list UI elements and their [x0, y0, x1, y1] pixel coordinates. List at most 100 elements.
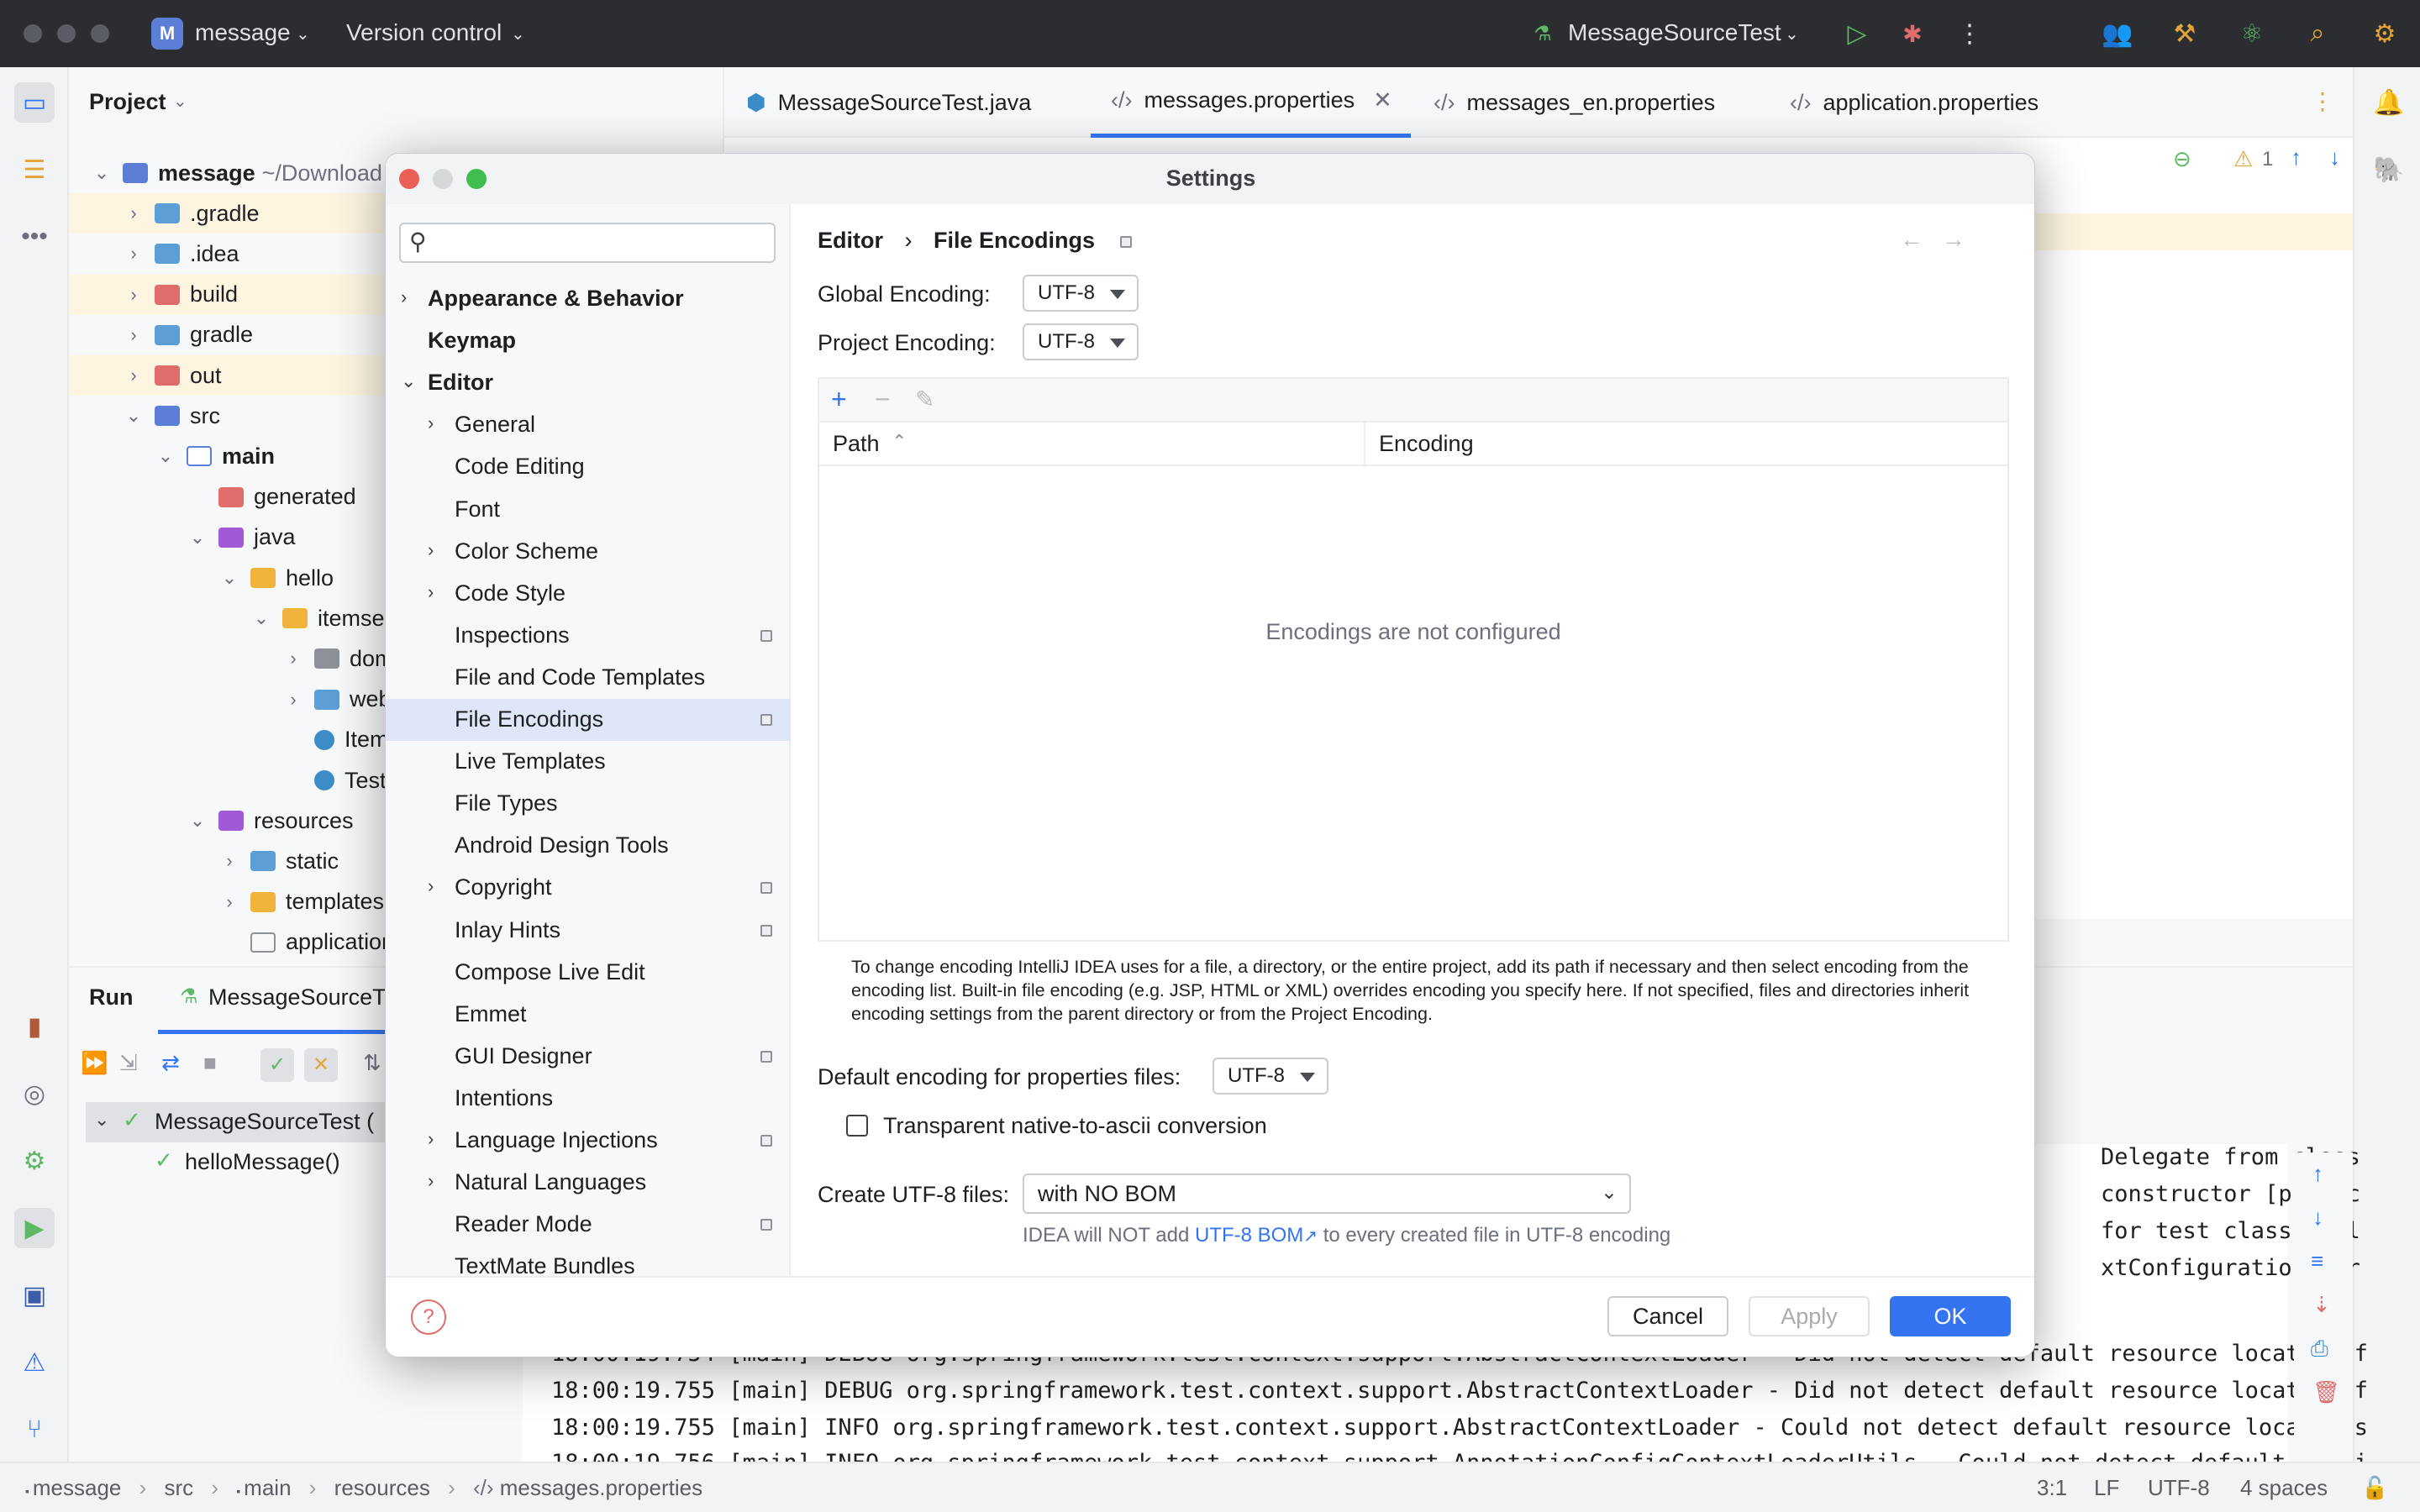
settings-nav-item[interactable]: › Natural Languages	[386, 1162, 791, 1204]
scroll-up-icon[interactable]: ↑	[2312, 1161, 2323, 1187]
tab-options-icon[interactable]: ⋮	[2311, 87, 2334, 115]
project-badge[interactable]: M	[151, 18, 183, 50]
more-vertical-icon[interactable]: ⋮	[1954, 18, 1985, 49]
chevron-down-icon[interactable]: ⌄	[156, 445, 175, 467]
chevron-right-icon[interactable]: ›	[124, 324, 143, 346]
soft-wrap-icon[interactable]: ≡	[2311, 1248, 2323, 1274]
warning-icon[interactable]: ⚠	[2233, 146, 2253, 172]
more-tools-icon[interactable]: •••	[14, 217, 55, 257]
project-panel-title[interactable]: Project	[89, 89, 166, 115]
show-passed-icon[interactable]: ✓	[260, 1048, 294, 1082]
settings-nav-item[interactable]: File Types	[386, 783, 791, 825]
structure-tool-icon[interactable]: ☰	[14, 150, 55, 190]
terminal-icon[interactable]: ▣	[14, 1275, 55, 1315]
add-icon[interactable]: +	[831, 384, 847, 415]
remove-icon[interactable]: −	[875, 384, 891, 415]
next-highlight-icon[interactable]: ↓	[2329, 144, 2340, 171]
settings-nav-item[interactable]: ⌄ Editor	[386, 362, 791, 404]
chevron-right-icon[interactable]: ›	[124, 284, 143, 306]
clear-all-icon[interactable]: 🗑	[2312, 1379, 2340, 1405]
settings-nav-item[interactable]: GUI Designer	[386, 1036, 791, 1078]
forward-arrow-icon[interactable]: →	[1942, 226, 1965, 253]
rerun-failed-icon[interactable]: ⇲	[119, 1050, 138, 1076]
breadcrumb-item[interactable]: message	[33, 1475, 122, 1500]
show-ignored-icon[interactable]: ✕	[304, 1048, 338, 1082]
settings-nav-item[interactable]: File Encodings	[386, 699, 791, 741]
scroll-to-end-icon[interactable]: ⇣	[2312, 1292, 2331, 1318]
settings-nav-item[interactable]: Keymap	[386, 320, 791, 362]
settings-nav-item[interactable]: Inspections	[386, 615, 791, 657]
apply-button[interactable]: Apply	[1749, 1296, 1870, 1336]
settings-nav-item[interactable]: Reader Mode	[386, 1204, 791, 1246]
column-header-path[interactable]: Path	[833, 431, 880, 457]
default-props-encoding-select[interactable]: UTF-8	[1213, 1058, 1328, 1095]
settings-nav-item[interactable]: Intentions	[386, 1078, 791, 1120]
notifications-bell-icon[interactable]: 🔔	[2369, 82, 2409, 123]
profiler-icon[interactable]: ◎	[14, 1074, 55, 1114]
gradle-elephant-icon[interactable]: 🐘	[2369, 150, 2409, 190]
run-config-selector[interactable]: MessageSourceTest	[1568, 19, 1781, 46]
run-icon[interactable]: ▷	[1842, 18, 1872, 49]
settings-nav-item[interactable]: Android Design Tools	[386, 825, 791, 867]
breadcrumb-item[interactable]: src	[165, 1475, 194, 1500]
bookmarks-icon[interactable]: ▮	[14, 1006, 55, 1047]
run-config-tab[interactable]: MessageSourceT	[208, 984, 387, 1011]
print-icon[interactable]: ⎙	[2311, 1336, 2328, 1362]
settings-nav-item[interactable]: Font	[386, 489, 791, 531]
chevron-down-icon[interactable]: ⌄	[188, 810, 207, 832]
test-suite-row[interactable]: MessageSourceTest (	[155, 1109, 374, 1135]
window-minimize-dot[interactable]	[57, 24, 76, 43]
settings-nav-item[interactable]: Live Templates	[386, 741, 791, 783]
back-arrow-icon[interactable]: ←	[1900, 226, 1923, 253]
tab-message-source-test[interactable]: ⬢ MessageSourceTest.java	[746, 67, 1031, 138]
chevron-down-icon[interactable]: ⌄	[401, 370, 416, 392]
project-tool-icon[interactable]: ▭	[14, 82, 55, 123]
chevron-right-icon[interactable]: ›	[124, 365, 143, 386]
git-icon[interactable]: ⑂	[14, 1410, 55, 1450]
file-encoding[interactable]: UTF-8	[2148, 1475, 2210, 1501]
chevron-right-icon[interactable]: ›	[124, 243, 143, 265]
test-case-row[interactable]: helloMessage()	[185, 1149, 340, 1175]
code-with-me-icon[interactable]: 👥	[2102, 18, 2133, 49]
debug-icon[interactable]: ✱	[1897, 18, 1928, 49]
scroll-down-icon[interactable]: ↓	[2312, 1205, 2323, 1231]
close-tab-icon[interactable]: ✕	[1373, 87, 1392, 113]
tab-application-properties[interactable]: ‹/› application.properties	[1790, 67, 2039, 138]
inspection-ok-icon[interactable]: ⊖	[2173, 146, 2191, 172]
settings-nav-item[interactable]: Inlay Hints	[386, 910, 791, 952]
sort-icon[interactable]: ⇅	[363, 1050, 381, 1076]
ai-assistant-icon[interactable]: ⚛	[2237, 18, 2267, 49]
settings-gear-icon[interactable]: ⚙	[2370, 18, 2400, 49]
chevron-down-icon[interactable]: ⌄	[252, 607, 271, 629]
project-encoding-select[interactable]: UTF-8	[1023, 323, 1139, 360]
transparent-ascii-label[interactable]: Transparent native-to-ascii conversion	[883, 1113, 1267, 1139]
chevron-right-icon[interactable]: ›	[401, 286, 407, 308]
previous-highlight-icon[interactable]: ↑	[2291, 144, 2302, 171]
settings-nav-item[interactable]: File and Code Templates	[386, 657, 791, 699]
toggle-auto-test-icon[interactable]: ⇄	[161, 1050, 180, 1076]
window-zoom-dot[interactable]	[91, 24, 109, 43]
create-utf8-select[interactable]: with NO BOM ⌄	[1023, 1173, 1631, 1214]
search-icon[interactable]: ⌕	[2302, 18, 2333, 49]
utf8-bom-link[interactable]: UTF-8 BOM	[1195, 1224, 1303, 1247]
transparent-ascii-checkbox[interactable]	[846, 1115, 868, 1137]
problems-icon[interactable]: ⚠	[14, 1342, 55, 1383]
chevron-right-icon[interactable]: ›	[220, 891, 239, 913]
chevron-right-icon[interactable]: ›	[220, 850, 239, 872]
settings-nav-item[interactable]: Compose Live Edit	[386, 952, 791, 994]
indent-setting[interactable]: 4 spaces	[2240, 1475, 2328, 1501]
help-icon[interactable]: ?	[411, 1299, 446, 1335]
breadcrumb-item[interactable]: resources	[334, 1475, 430, 1500]
settings-nav-item[interactable]: › Code Style	[386, 573, 791, 615]
settings-nav-item[interactable]: Code Editing	[386, 446, 791, 488]
breadcrumb-parent[interactable]: Editor	[818, 228, 883, 253]
run-panel-title[interactable]: Run	[89, 984, 133, 1011]
chevron-right-icon[interactable]: ›	[428, 1128, 434, 1150]
chevron-right-icon[interactable]: ›	[428, 539, 434, 561]
chevron-down-icon[interactable]: ⌄	[92, 162, 111, 184]
chevron-down-icon[interactable]: ⌄	[220, 567, 239, 589]
chevron-right-icon[interactable]: ›	[284, 689, 302, 711]
breadcrumb-item[interactable]: main	[244, 1475, 291, 1500]
chevron-down-icon[interactable]: ⌄	[124, 405, 143, 427]
chevron-right-icon[interactable]: ›	[428, 1170, 434, 1192]
